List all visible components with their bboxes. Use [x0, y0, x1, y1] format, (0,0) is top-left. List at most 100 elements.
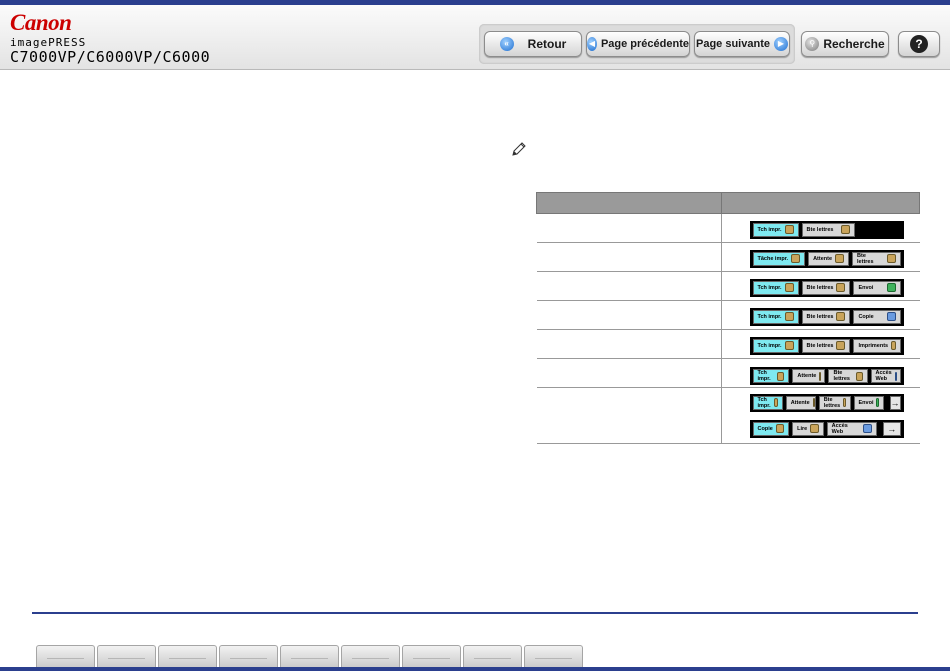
preview-tab-label: Bte lettres [806, 226, 834, 233]
button-preview-strip: Tch impr. Bte lettres Impriments [749, 336, 904, 355]
preview-tab-icon [773, 398, 778, 407]
preview-tab-icon [863, 424, 872, 433]
rewind-icon: « [499, 37, 514, 51]
preview-tab-button: Bte lettres [801, 280, 851, 295]
preview-tab-label: Bte lettres [857, 252, 874, 265]
preview-tab-label: Copie [858, 313, 874, 320]
preview-tab-button: Impriments [853, 338, 901, 353]
table-cell-preview: Tch impr. Bte lettres [721, 213, 920, 243]
table-cell-preview: Tch impr. Attente Bte lettres Accès Web [721, 358, 920, 388]
chapter-tab-7[interactable] [402, 645, 461, 669]
preview-tab-label: Envoi [858, 284, 874, 291]
preview-tab-button: Bte lettres [801, 222, 855, 237]
search-button-label: Recherche [823, 37, 885, 51]
preview-tab-label: Lire [797, 425, 808, 432]
preview-tab-button: Bte lettres [852, 251, 901, 266]
preview-tab-button: Bte lettres [801, 338, 851, 353]
button-preview-strip: Copie Lire Accès Web → [749, 419, 904, 438]
preview-tab-button: Attente [785, 395, 816, 410]
canon-logo: Canon [10, 10, 72, 35]
preview-tab-icon [784, 225, 794, 234]
chapter-tab-6[interactable] [341, 645, 400, 669]
preview-tab-icon [886, 283, 896, 292]
preview-tab-label: Tch impr. [757, 226, 782, 233]
preview-tab-label: Impriments [858, 342, 889, 349]
preview-tab-label: Bte lettres [806, 313, 834, 320]
chapter-tab-4[interactable] [219, 645, 278, 669]
preview-tab-button: Bte lettres [828, 369, 868, 383]
chapter-tab-8[interactable] [463, 645, 522, 669]
preview-tab-icon [843, 398, 846, 407]
preview-tab-button: Copie [853, 309, 901, 324]
table-row: Tâche impr. Attente Bte lettres [536, 242, 920, 272]
preview-tab-label: Attente [797, 373, 817, 379]
note-pencil-icon [512, 142, 526, 156]
preview-tab-button: Attente [808, 251, 850, 266]
preview-tab-label: Tch impr. [757, 313, 782, 320]
preview-tab-icon [876, 398, 879, 407]
table-cell-label [536, 271, 722, 301]
previous-page-label: Page précédente [600, 38, 689, 50]
button-preview-strip: Tch impr. Attente Bte lettres Envoi → [749, 393, 904, 412]
table-header-cell [720, 192, 920, 214]
table-cell-label [536, 387, 722, 444]
footer-divider [32, 612, 918, 614]
preview-tab-button: Envoi [853, 280, 901, 295]
bottom-accent-bar [0, 667, 950, 671]
preview-tab-label: Bte lettres [806, 342, 834, 349]
preview-next-arrow: → [882, 421, 901, 436]
preview-tab-icon [855, 371, 863, 381]
display-settings-table: Tch impr. Bte lettres Tâche impr. Attente Bt… [536, 192, 920, 444]
brand-block: Canon imagePRESS C7000VP/C6000VP/C6000 [10, 10, 210, 66]
preview-tab-label: Accès Web [875, 370, 892, 382]
strip-filler [857, 222, 901, 237]
preview-tab-label: Bte lettres [833, 370, 850, 382]
preview-tab-button: Tch impr. [752, 280, 799, 295]
table-cell-label [536, 213, 722, 243]
table-cell-label [536, 329, 722, 359]
next-page-button[interactable]: Page suivante ▶ [694, 31, 790, 57]
arrow-left-icon: ◀ [587, 37, 597, 51]
table-cell-label [536, 300, 722, 330]
table-row: Tch impr. Bte lettres Impriments [536, 329, 920, 359]
preview-tab-icon [836, 283, 846, 292]
chapter-tab-5[interactable] [280, 645, 339, 669]
table-cell-preview: Tch impr. Attente Bte lettres Envoi → Copie Li… [721, 387, 920, 444]
preview-tab-button: Envoi [853, 395, 884, 410]
table-row: Tch impr. Attente Bte lettres Accès Web [536, 358, 920, 388]
preview-tab-label: Tch impr. [757, 396, 771, 409]
preview-tab-icon [835, 254, 845, 263]
chapter-tab-1[interactable] [36, 645, 95, 669]
previous-page-button[interactable]: ◀ Page précédente [586, 31, 690, 57]
preview-tab-button: Tch impr. [752, 338, 799, 353]
button-preview-stack: Tch impr. Attente Bte lettres Envoi → Copie Li… [749, 393, 920, 438]
preview-tab-label: Attente [790, 399, 810, 406]
preview-tab-button: Tch impr. [752, 369, 790, 383]
preview-tab-label: Envoi [858, 399, 874, 406]
preview-tab-button: Accès Web [826, 421, 877, 436]
preview-tab-icon [836, 312, 846, 321]
preview-tab-label: Bte lettres [806, 284, 834, 291]
preview-tab-button: Copie [752, 421, 790, 436]
preview-tab-button: Bte lettres [801, 309, 851, 324]
table-cell-preview: Tch impr. Bte lettres Envoi [721, 271, 920, 301]
table-cell-label [536, 358, 722, 388]
search-button[interactable]: ⚲ Recherche [801, 31, 889, 57]
back-button[interactable]: « Retour [484, 31, 582, 57]
chapter-tab-3[interactable] [158, 645, 217, 669]
table-cell-preview: Tch impr. Bte lettres Copie [721, 300, 920, 330]
button-preview-strip: Tch impr. Bte lettres [749, 220, 904, 239]
table-cell-preview: Tâche impr. Attente Bte lettres [721, 242, 920, 272]
button-preview-strip: Tch impr. Attente Bte lettres Accès Web [749, 367, 904, 385]
chapter-tab-2[interactable] [97, 645, 156, 669]
chapter-tab-9[interactable] [524, 645, 583, 669]
preview-tab-icon [840, 225, 850, 234]
help-button[interactable]: ? [898, 31, 940, 57]
preview-tab-icon [791, 254, 801, 263]
preview-tab-icon [775, 424, 785, 433]
preview-tab-icon [894, 371, 897, 381]
help-icon: ? [910, 35, 928, 53]
preview-tab-label: Tâche impr. [757, 255, 789, 262]
preview-tab-button: Bte lettres [818, 395, 851, 410]
preview-tab-icon [810, 424, 819, 433]
